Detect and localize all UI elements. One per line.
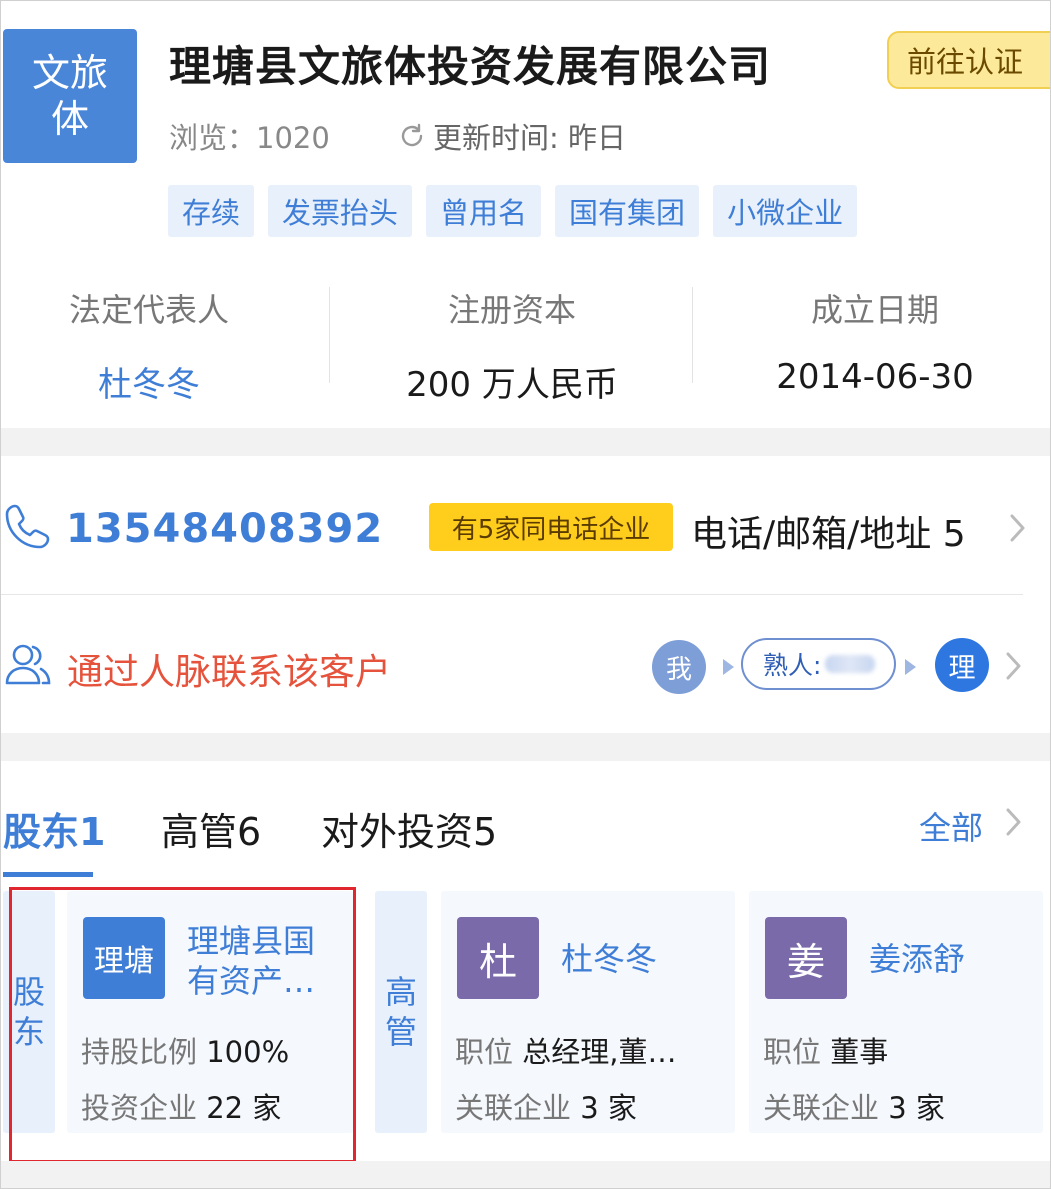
active-tab-indicator (3, 872, 93, 877)
arrow-right-icon (905, 659, 916, 675)
stat-legal-rep: 法定代表人 杜冬冬 (1, 285, 301, 406)
section-gap (1, 428, 1050, 456)
acquaintance-pill[interactable]: 熟人: (741, 638, 896, 690)
executive-related: 关联企业 3 家 (455, 1085, 721, 1127)
network-contact-link[interactable]: 通过人脉联系该客户 (67, 643, 391, 695)
tab-executives[interactable]: 高管6 (161, 801, 261, 856)
acquaintance-label: 熟人: (763, 651, 822, 680)
related-label: 关联企业 (763, 1091, 880, 1125)
related-label: 关联企业 (455, 1091, 572, 1125)
tag-small-micro[interactable]: 小微企业 (713, 185, 858, 237)
tag-invoice-title[interactable]: 发票抬头 (268, 185, 413, 237)
contact-summary[interactable]: 电话/邮箱/地址 5 (691, 505, 966, 557)
chevron-right-icon[interactable] (1009, 513, 1027, 543)
legal-rep-label: 法定代表人 (68, 291, 229, 329)
executive-avatar: 姜 (765, 917, 847, 999)
certify-button[interactable]: 前往认证 (887, 31, 1050, 89)
phone-number[interactable]: 13548408392 (66, 506, 383, 552)
company-name: 理塘县文旅体投资发展有限公司 (169, 42, 772, 91)
company-logo: 文旅体 (3, 29, 137, 163)
arrow-right-icon (723, 659, 734, 675)
related-value: 3 家 (580, 1091, 637, 1125)
tag-list: 存续 发票抬头 曾用名 国有集团 小微企业 (168, 185, 858, 237)
executive-position: 职位 总经理,董… (455, 1029, 721, 1071)
me-avatar: 我 (652, 640, 706, 694)
section-gap (1, 1161, 1050, 1188)
tag-status[interactable]: 存续 (168, 185, 255, 237)
related-value: 3 家 (888, 1091, 945, 1125)
executive-name[interactable]: 姜添舒 (869, 939, 965, 979)
divider (692, 287, 693, 383)
tab-shareholders[interactable]: 股东1 (3, 801, 105, 856)
update-time: 更新时间: 昨日 (397, 115, 626, 157)
executive-avatar: 杜 (457, 917, 539, 999)
phone-icon (5, 504, 50, 549)
refresh-icon (401, 123, 423, 147)
tag-state-group[interactable]: 国有集团 (555, 185, 700, 237)
divider (329, 287, 330, 383)
section-gap (1, 733, 1050, 761)
key-stats: 法定代表人 杜冬冬 注册资本 200 万人民币 成立日期 2014-06-30 (1, 285, 1050, 405)
view-count: 浏览：1020 (169, 121, 330, 155)
company-detail-screen: 文旅体 理塘县文旅体投资发展有限公司 前往认证 浏览：1020 更新时间: 昨日… (0, 0, 1051, 1189)
meta-row: 浏览：1020 更新时间: 昨日 (169, 115, 626, 157)
executive-side-label: 高管 (375, 891, 427, 1133)
position-value: 董事 (830, 1035, 889, 1069)
tag-former-name[interactable]: 曾用名 (426, 185, 542, 237)
chevron-right-icon[interactable] (1005, 651, 1023, 681)
stat-capital: 注册资本 200 万人民币 (362, 285, 662, 406)
position-label: 职位 (455, 1035, 514, 1069)
position-label: 职位 (763, 1035, 822, 1069)
highlight-box (9, 887, 356, 1163)
chevron-right-icon[interactable] (1005, 807, 1023, 837)
tab-investments[interactable]: 对外投资5 (321, 801, 497, 856)
divider (1, 594, 1023, 595)
executive-related: 关联企业 3 家 (763, 1085, 1029, 1127)
legal-rep-link[interactable]: 杜冬冬 (1, 357, 297, 406)
update-time-text: 更新时间: 昨日 (433, 121, 626, 155)
stat-founded: 成立日期 2014-06-30 (725, 285, 1025, 397)
executive-position: 职位 董事 (763, 1029, 1029, 1071)
contacts-icon (5, 644, 51, 685)
position-value: 总经理,董… (522, 1035, 677, 1069)
capital-label: 注册资本 (447, 291, 576, 329)
same-phone-badge[interactable]: 有5家同电话企业 (429, 503, 673, 551)
blurred-name (825, 655, 876, 673)
executive-card[interactable]: 姜 姜添舒 职位 董事 关联企业 3 家 (749, 891, 1043, 1133)
target-avatar: 理 (935, 638, 989, 692)
founded-label: 成立日期 (810, 291, 939, 329)
capital-value: 200 万人民币 (406, 365, 618, 405)
view-all-link[interactable]: 全部 (919, 803, 983, 849)
executive-card[interactable]: 杜 杜冬冬 职位 总经理,董… 关联企业 3 家 (441, 891, 735, 1133)
executive-name[interactable]: 杜冬冬 (561, 939, 657, 979)
founded-value: 2014-06-30 (776, 357, 974, 397)
